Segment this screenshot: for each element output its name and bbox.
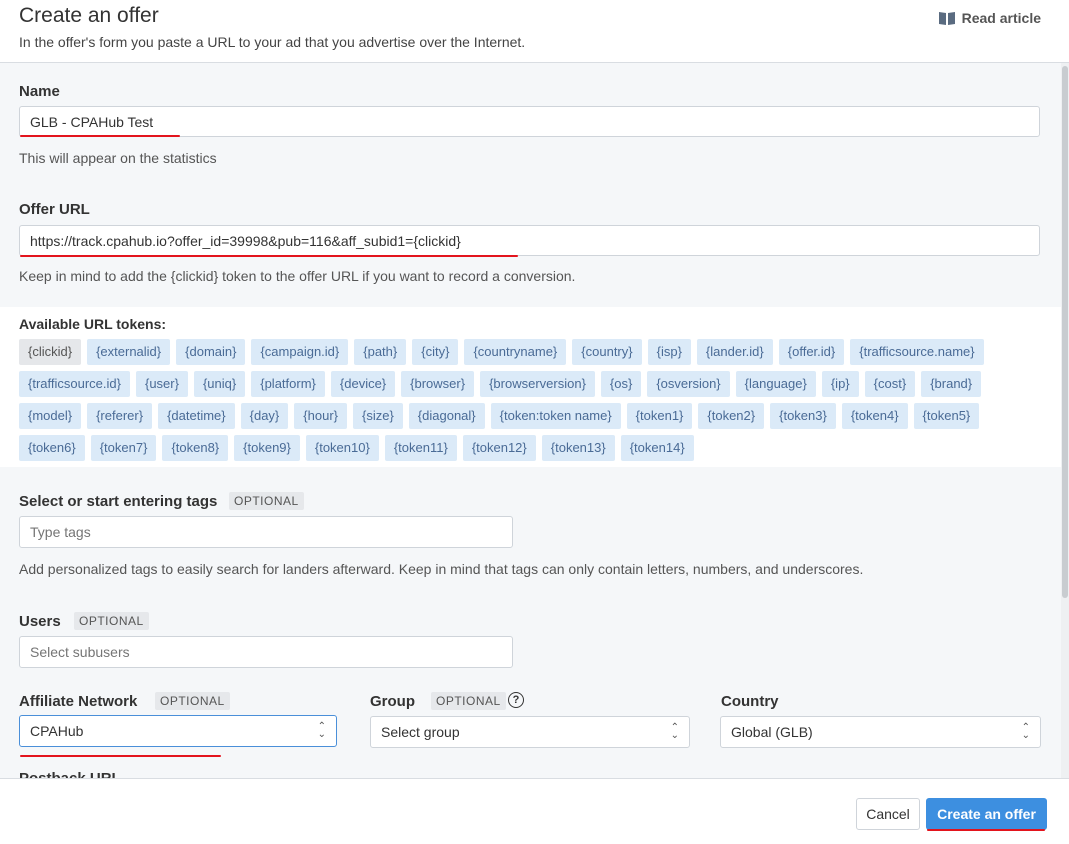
cancel-button[interactable]: Cancel bbox=[856, 798, 920, 830]
group-optional-badge: OPTIONAL bbox=[431, 692, 506, 710]
annotation-underline-create bbox=[927, 829, 1045, 831]
users-label: Users bbox=[19, 613, 61, 630]
url-token[interactable]: {path} bbox=[354, 339, 407, 365]
tokens-label: Available URL tokens: bbox=[19, 316, 167, 332]
modal-header: Create an offer In the offer's form you … bbox=[0, 0, 1069, 63]
group-value: Select group bbox=[381, 724, 460, 740]
url-token[interactable]: {trafficsource.id} bbox=[19, 371, 130, 397]
url-token[interactable]: {token8} bbox=[162, 435, 229, 461]
country-select[interactable]: Global (GLB) ⌃ ⌄ bbox=[720, 716, 1041, 748]
tags-label: Select or start entering tags bbox=[19, 493, 218, 510]
url-token[interactable]: {os} bbox=[600, 371, 642, 397]
url-token[interactable]: {platform} bbox=[251, 371, 325, 397]
chevron-updown-icon: ⌃ ⌄ bbox=[1021, 722, 1030, 741]
url-token[interactable]: {token3} bbox=[770, 403, 836, 429]
url-token[interactable]: {token:token name} bbox=[490, 403, 621, 429]
url-token[interactable]: {token14} bbox=[620, 435, 694, 461]
url-token[interactable]: {diagonal} bbox=[408, 403, 485, 429]
url-token[interactable]: {size} bbox=[352, 403, 403, 429]
affiliate-network-value: CPAHub bbox=[30, 723, 84, 739]
url-token[interactable]: {campaign.id} bbox=[251, 339, 349, 365]
users-input[interactable] bbox=[19, 636, 513, 668]
country-label: Country bbox=[721, 693, 779, 710]
book-icon bbox=[938, 10, 956, 26]
tags-optional-badge: OPTIONAL bbox=[229, 492, 304, 510]
tags-help: Add personalized tags to easily search f… bbox=[19, 561, 864, 577]
scrollbar-thumb[interactable] bbox=[1062, 66, 1068, 598]
offer-url-help: Keep in mind to add the {clickid} token … bbox=[19, 268, 576, 284]
name-input[interactable]: GLB - CPAHub Test bbox=[19, 106, 1040, 137]
read-article-link[interactable]: Read article bbox=[938, 10, 1041, 26]
url-token[interactable]: {datetime} bbox=[158, 403, 235, 429]
modal-footer: Cancel Create an offer bbox=[0, 778, 1069, 844]
url-token[interactable]: {token7} bbox=[90, 435, 157, 461]
url-token[interactable]: {ip} bbox=[821, 371, 859, 397]
annotation-underline-url bbox=[20, 255, 518, 257]
chevron-updown-icon: ⌃ ⌄ bbox=[317, 721, 326, 740]
url-token[interactable]: {token10} bbox=[305, 435, 379, 461]
group-select[interactable]: Select group ⌃ ⌄ bbox=[370, 716, 690, 748]
url-token[interactable]: {countryname} bbox=[464, 339, 567, 365]
url-token[interactable]: {hour} bbox=[294, 403, 347, 429]
url-token[interactable]: {model} bbox=[19, 403, 82, 429]
url-token[interactable]: {user} bbox=[135, 371, 188, 397]
url-token[interactable]: {lander.id} bbox=[696, 339, 773, 365]
url-token[interactable]: {token9} bbox=[234, 435, 300, 461]
offer-url-label: Offer URL bbox=[19, 201, 90, 218]
url-token[interactable]: {token6} bbox=[19, 435, 85, 461]
name-help: This will appear on the statistics bbox=[19, 150, 217, 166]
annotation-underline-name bbox=[20, 135, 180, 137]
url-token[interactable]: {trafficsource.name} bbox=[850, 339, 984, 365]
affiliate-network-optional-badge: OPTIONAL bbox=[155, 692, 230, 710]
url-token[interactable]: {domain} bbox=[176, 339, 246, 365]
help-icon[interactable]: ? bbox=[508, 692, 524, 708]
url-token[interactable]: {isp} bbox=[647, 339, 691, 365]
url-token[interactable]: {browserversion} bbox=[480, 371, 595, 397]
url-token[interactable]: {city} bbox=[412, 339, 459, 365]
url-token[interactable]: {token4} bbox=[841, 403, 908, 429]
chevron-updown-icon: ⌃ ⌄ bbox=[670, 722, 679, 741]
url-token[interactable]: {token11} bbox=[384, 435, 457, 461]
url-token[interactable]: {token5} bbox=[913, 403, 980, 429]
url-token[interactable]: {uniq} bbox=[193, 371, 246, 397]
annotation-underline-network bbox=[20, 755, 221, 757]
offer-url-input[interactable]: https://track.cpahub.io?offer_id=39998&p… bbox=[19, 225, 1040, 256]
token-list: {clickid} {externalid} {domain} {campaign.i… bbox=[19, 339, 1039, 461]
url-token[interactable]: {brand} bbox=[921, 371, 982, 397]
url-token[interactable]: {token1} bbox=[626, 403, 693, 429]
affiliate-network-label: Affiliate Network bbox=[19, 693, 138, 710]
url-token[interactable]: {day} bbox=[240, 403, 289, 429]
url-token[interactable]: {referer} bbox=[87, 403, 153, 429]
url-token[interactable]: {country} bbox=[572, 339, 642, 365]
url-token[interactable]: {clickid} bbox=[19, 339, 82, 365]
page-subtitle: In the offer's form you paste a URL to y… bbox=[19, 34, 526, 50]
tags-input[interactable] bbox=[19, 516, 513, 548]
page-title: Create an offer bbox=[19, 4, 159, 27]
url-token[interactable]: {cost} bbox=[864, 371, 916, 397]
users-optional-badge: OPTIONAL bbox=[74, 612, 149, 630]
url-token[interactable]: {browser} bbox=[401, 371, 475, 397]
url-token[interactable]: {offer.id} bbox=[778, 339, 845, 365]
url-token[interactable]: {device} bbox=[330, 371, 396, 397]
name-label: Name bbox=[19, 83, 60, 100]
url-token[interactable]: {token13} bbox=[541, 435, 615, 461]
url-token[interactable]: {externalid} bbox=[87, 339, 171, 365]
url-token[interactable]: {token12} bbox=[462, 435, 536, 461]
url-token[interactable]: {osversion} bbox=[647, 371, 730, 397]
group-label: Group bbox=[370, 693, 415, 710]
url-token[interactable]: {language} bbox=[735, 371, 816, 397]
create-offer-button[interactable]: Create an offer bbox=[926, 798, 1047, 830]
affiliate-network-select[interactable]: CPAHub ⌃ ⌄ bbox=[19, 715, 337, 747]
read-article-label: Read article bbox=[961, 10, 1041, 26]
url-token[interactable]: {token2} bbox=[698, 403, 765, 429]
country-value: Global (GLB) bbox=[731, 724, 813, 740]
